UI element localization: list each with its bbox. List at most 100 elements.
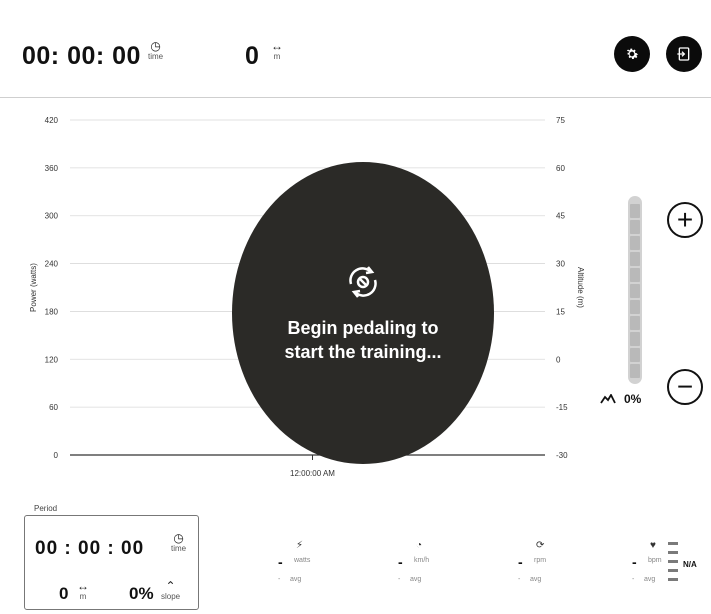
period-time-label: time <box>171 544 187 553</box>
slope-segment <box>630 220 640 234</box>
slope-segment <box>630 316 640 330</box>
right-tick-label: 45 <box>556 212 565 221</box>
heart-zone-value: N/A <box>683 560 697 569</box>
period-label: Period <box>34 504 58 513</box>
slope-level-bar <box>628 196 642 384</box>
zone-bar <box>668 551 678 554</box>
slope-segment <box>630 236 640 250</box>
power-value: - <box>278 554 283 570</box>
right-axis-label: Altitude (m) <box>576 267 585 308</box>
speed-avg-value: - <box>398 576 401 583</box>
plus-icon: + <box>676 204 694 235</box>
slope-decrease-button[interactable]: − <box>667 369 703 405</box>
period-slope-label: slope <box>161 592 181 601</box>
slope-segment <box>630 268 640 282</box>
heart-rate-metric: ♥ - bpm - avg <box>632 540 666 590</box>
right-tick-label: 30 <box>556 260 565 269</box>
gear-icon <box>626 48 639 59</box>
time-indicator: ◷ time <box>148 40 163 61</box>
power-unit: watts <box>294 557 311 564</box>
zone-bar <box>668 560 678 563</box>
overlay-message-line1: Begin pedaling to <box>287 318 439 338</box>
heart-rate-avg-label: avg <box>644 576 656 583</box>
cadence-icon: ⟳ <box>536 540 545 551</box>
period-slope: 0% <box>129 584 154 603</box>
clock-icon: ◷ <box>150 39 161 53</box>
power-metric: ⚡ - watts - avg <box>278 540 358 590</box>
start-overlay: Begin pedaling to start the training... <box>232 162 494 464</box>
zone-bar <box>668 542 678 545</box>
period-slope-indicator: ⌃ slope <box>161 580 180 601</box>
cadence-metric: ⟳ - rpm - avg <box>518 540 598 590</box>
period-distance-indicator: ↔ m <box>77 580 89 601</box>
right-tick-label: -30 <box>556 451 568 460</box>
left-tick-label: 240 <box>45 260 59 269</box>
slope-segment <box>630 252 640 266</box>
slope-segment <box>630 364 640 378</box>
power-avg-value: - <box>278 576 281 583</box>
exit-icon <box>677 47 690 61</box>
speed-metric: ◔ - km/h - avg <box>398 540 478 590</box>
lightning-icon: ⚡ <box>296 540 304 551</box>
period-distance-unit: m <box>79 592 87 601</box>
slope-segment <box>630 284 640 298</box>
period-summary: 00 : 00 : 00 ◷ time 0 ↔ m 0% ⌃ slope <box>24 515 199 610</box>
period-distance: 0 <box>59 584 69 603</box>
exit-button[interactable] <box>666 36 702 72</box>
time-label: time <box>148 52 164 61</box>
top-bar: 00: 00: 00 ◷ time 0 ↔ m <box>0 0 711 98</box>
left-tick-label: 0 <box>54 451 59 460</box>
slope-segment <box>630 348 640 362</box>
settings-button[interactable] <box>614 36 650 72</box>
speed-avg-label: avg <box>410 576 422 583</box>
heart-icon: ♥ <box>650 540 656 551</box>
minus-icon: − <box>676 371 694 402</box>
clock-icon: ◷ <box>173 531 184 545</box>
heart-zone-bars <box>668 542 680 586</box>
left-tick-label: 420 <box>45 116 59 125</box>
slope-caret-icon: ⌃ <box>165 579 176 593</box>
cadence-unit: rpm <box>534 557 547 564</box>
heart-rate-value: - <box>632 554 637 570</box>
heart-rate-unit: bpm <box>648 557 662 564</box>
elapsed-time: 00: 00: 00 <box>22 42 141 70</box>
slope-readout: 0% <box>600 392 641 406</box>
period-time-indicator: ◷ time <box>171 532 186 553</box>
left-axis-label: Power (watts) <box>29 263 38 312</box>
left-tick-label: 60 <box>49 403 58 412</box>
zone-bar <box>668 569 678 572</box>
distance-value: 0 <box>245 42 259 70</box>
x-tick-label: 12:00:00 AM <box>290 469 335 478</box>
left-tick-label: 120 <box>45 355 59 364</box>
slope-segment <box>630 332 640 346</box>
right-tick-label: 60 <box>556 164 565 173</box>
right-tick-label: 0 <box>556 355 561 364</box>
overlay-message-line2: start the training... <box>284 342 442 362</box>
mountain-icon <box>600 394 616 404</box>
left-tick-label: 300 <box>45 212 59 221</box>
right-tick-label: 15 <box>556 307 565 316</box>
left-tick-label: 180 <box>45 307 59 316</box>
slope-value: 0% <box>624 392 642 406</box>
distance-unit: m <box>273 52 281 61</box>
horizontal-arrows-icon: ↔ <box>77 579 89 593</box>
right-tick-label: 75 <box>556 116 565 125</box>
power-avg-label: avg <box>290 576 302 583</box>
slope-segment <box>630 300 640 314</box>
speed-unit: km/h <box>414 557 430 564</box>
horizontal-arrows-icon: ↔ <box>271 39 283 53</box>
cadence-avg-value: - <box>518 576 521 583</box>
cadence-avg-label: avg <box>530 576 542 583</box>
cadence-value: - <box>518 554 523 570</box>
pedal-rotate-icon <box>349 266 377 298</box>
slope-increase-button[interactable]: + <box>667 202 703 238</box>
speedometer-icon: ◔ <box>416 540 423 551</box>
period-time: 00 : 00 : 00 <box>35 538 145 559</box>
distance-indicator: ↔ m <box>271 40 283 61</box>
right-tick-label: -15 <box>556 403 568 412</box>
left-tick-label: 360 <box>45 164 59 173</box>
slope-segment <box>630 204 640 218</box>
heart-rate-avg-value: - <box>632 576 635 583</box>
zone-bar <box>668 578 678 581</box>
speed-value: - <box>398 554 403 570</box>
